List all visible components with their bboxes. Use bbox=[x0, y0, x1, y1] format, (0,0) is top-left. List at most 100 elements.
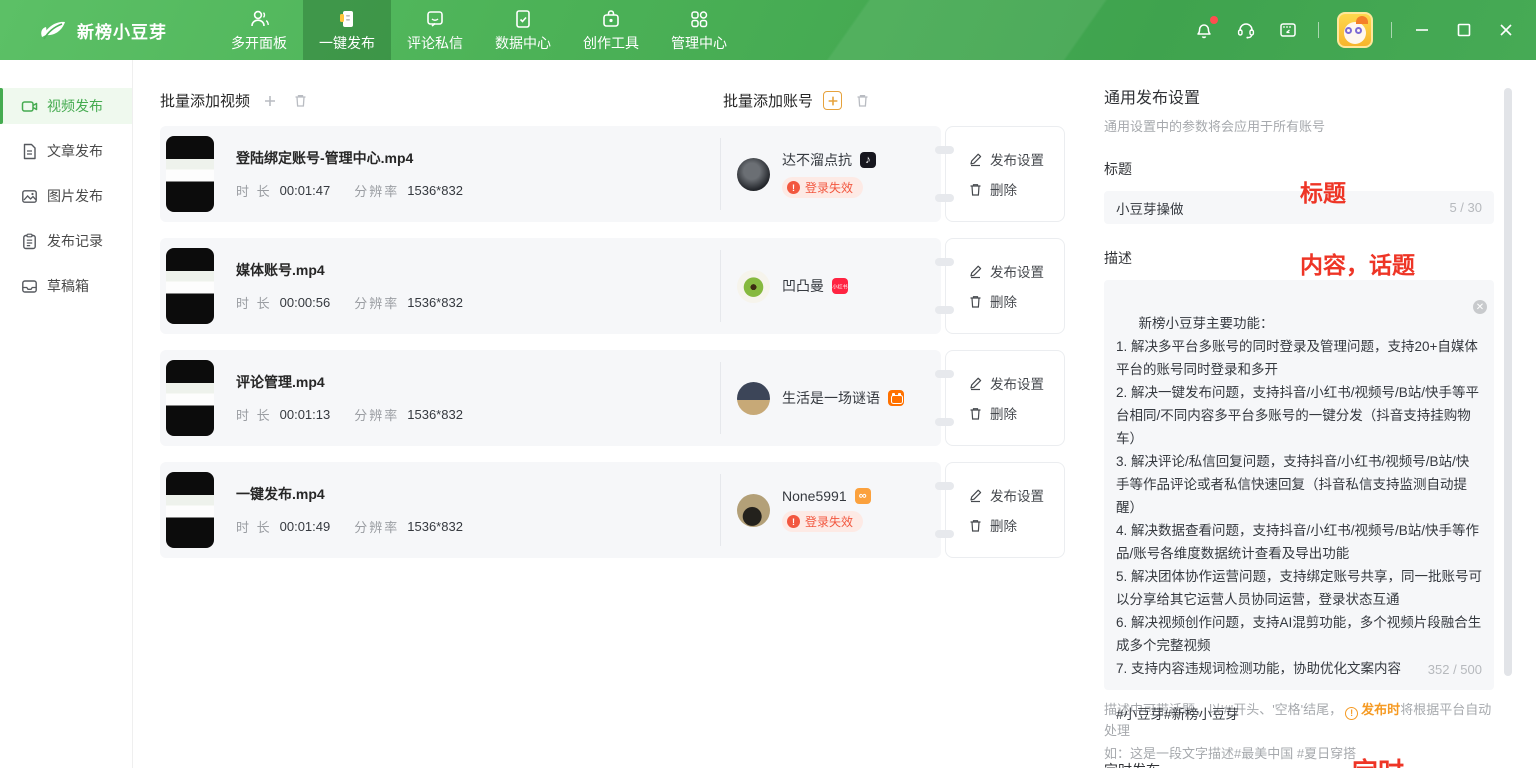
header-divider bbox=[1318, 22, 1319, 38]
row-action-card: 发布设置 删除 bbox=[945, 238, 1065, 334]
account-avatar bbox=[737, 270, 770, 303]
publish-settings-button[interactable]: 发布设置 bbox=[968, 485, 1064, 505]
account-name: 生活是一场谜语 bbox=[782, 388, 880, 408]
delete-button[interactable]: 删除 bbox=[968, 403, 1064, 423]
image-icon bbox=[21, 188, 38, 205]
desc-counter: 352 / 500 bbox=[1428, 658, 1482, 681]
top-nav: 多开面板 一键发布 评论私信 数据中心 创作工具 管理中心 bbox=[215, 0, 743, 60]
nav-multi-panel[interactable]: 多开面板 bbox=[215, 0, 303, 60]
duration-label: 时 长 bbox=[236, 293, 272, 312]
sidebar-item-label: 视频发布 bbox=[47, 96, 103, 116]
video-thumbnail[interactable] bbox=[166, 360, 214, 436]
publish-settings-label: 发布设置 bbox=[990, 261, 1044, 281]
publish-settings-label: 发布设置 bbox=[990, 373, 1044, 393]
platform-icon bbox=[855, 488, 871, 504]
app-header: 新榜小豆芽 多开面板 一键发布 评论私信 数据中心 创作工具 管理中心 bbox=[0, 0, 1536, 60]
account-name: 达不溜点抗 bbox=[782, 150, 852, 170]
clear-videos-button[interactable] bbox=[290, 91, 310, 111]
publish-settings-button[interactable]: 发布设置 bbox=[968, 373, 1064, 393]
title-value: 小豆芽操做 bbox=[1116, 198, 1449, 218]
publish-settings-button[interactable]: 发布设置 bbox=[968, 149, 1064, 169]
support-headset-icon[interactable] bbox=[1234, 18, 1258, 42]
app-logo: 新榜小豆芽 bbox=[0, 15, 215, 45]
sidebar-item-image-publish[interactable]: 图片发布 bbox=[0, 178, 132, 214]
row-card: 评论管理.mp4 时 长 00:01:13 分辨率 1536*832 生活是一场… bbox=[160, 350, 941, 446]
nav-creation-tools[interactable]: 创作工具 bbox=[567, 0, 655, 60]
sprout-logo-icon bbox=[38, 15, 68, 45]
description-textarea[interactable]: 新榜小豆芽主要功能： 1. 解决多平台多账号的同时登录及管理问题，支持20+自媒… bbox=[1104, 280, 1494, 690]
sidebar-item-drafts[interactable]: 草稿箱 bbox=[0, 268, 132, 304]
account-avatar bbox=[737, 158, 770, 191]
row-card: 登陆绑定账号-管理中心.mp4 时 长 00:01:47 分辨率 1536*83… bbox=[160, 126, 941, 222]
trash-icon bbox=[968, 406, 983, 421]
user-avatar[interactable] bbox=[1337, 12, 1373, 48]
title-input[interactable]: 小豆芽操做 5 / 30 bbox=[1104, 191, 1494, 224]
close-button[interactable] bbox=[1494, 18, 1518, 42]
publish-row: 一键发布.mp4 时 长 00:01:49 分辨率 1536*832 None5… bbox=[160, 462, 1065, 558]
sidebar-item-label: 文章发布 bbox=[47, 141, 103, 161]
sidebar-item-video-publish[interactable]: 视频发布 bbox=[0, 88, 132, 124]
error-icon: ! bbox=[787, 181, 800, 194]
sidebar-item-publish-records[interactable]: 发布记录 bbox=[0, 223, 132, 259]
publish-row: 媒体账号.mp4 时 长 00:00:56 分辨率 1536*832 凹凸曼 bbox=[160, 238, 1065, 334]
error-icon: ! bbox=[787, 515, 800, 528]
nav-label: 多开面板 bbox=[231, 33, 287, 53]
add-video-button[interactable] bbox=[260, 91, 280, 111]
row-action-card: 发布设置 删除 bbox=[945, 462, 1065, 558]
panel-scrollbar[interactable] bbox=[1504, 88, 1512, 676]
video-title: 评论管理.mp4 bbox=[236, 372, 479, 392]
video-thumbnail[interactable] bbox=[166, 136, 214, 212]
duration-value: 00:00:56 bbox=[280, 295, 331, 310]
mini-window-icon[interactable] bbox=[1276, 18, 1300, 42]
delete-button[interactable]: 删除 bbox=[968, 179, 1064, 199]
video-title: 媒体账号.mp4 bbox=[236, 260, 479, 280]
video-title: 登陆绑定账号-管理中心.mp4 bbox=[236, 148, 479, 168]
toolbox-icon bbox=[600, 8, 622, 30]
main-content: 批量添加视频 批量添加账号 登陆绑定账号-管理中心.mp4 时 bbox=[133, 60, 1080, 768]
resolution-label: 分辨率 bbox=[354, 293, 399, 312]
status-text: 登录失效 bbox=[805, 513, 853, 530]
trash-icon bbox=[293, 93, 308, 108]
video-thumbnail[interactable] bbox=[166, 472, 214, 548]
nav-comments-messages[interactable]: 评论私信 bbox=[391, 0, 479, 60]
publish-row: 登陆绑定账号-管理中心.mp4 时 长 00:01:47 分辨率 1536*83… bbox=[160, 126, 1065, 222]
app-title: 新榜小豆芽 bbox=[77, 18, 167, 43]
title-counter: 5 / 30 bbox=[1449, 200, 1482, 215]
maximize-button[interactable] bbox=[1452, 18, 1476, 42]
nav-label: 数据中心 bbox=[495, 33, 551, 53]
account-avatar bbox=[737, 494, 770, 527]
duration-label: 时 长 bbox=[236, 405, 272, 424]
notification-bell-icon[interactable] bbox=[1192, 18, 1216, 42]
hint-example: 如：这是一段文字描述#最美中国 #夏日穿搭 bbox=[1104, 743, 1494, 762]
add-account-button[interactable] bbox=[823, 91, 842, 110]
general-settings-panel: 通用发布设置 通用设置中的参数将会应用于所有账号 标题 小豆芽操做 5 / 30… bbox=[1080, 60, 1536, 768]
duration-label: 时 长 bbox=[236, 181, 272, 200]
delete-button[interactable]: 删除 bbox=[968, 515, 1064, 535]
edit-pencil-icon bbox=[968, 152, 983, 167]
trash-icon bbox=[968, 518, 983, 533]
clear-accounts-button[interactable] bbox=[852, 91, 872, 111]
publish-settings-button[interactable]: 发布设置 bbox=[968, 261, 1064, 281]
account-avatar bbox=[737, 382, 770, 415]
edit-pencil-icon bbox=[968, 376, 983, 391]
sidebar-item-label: 草稿箱 bbox=[47, 276, 89, 296]
nav-management-center[interactable]: 管理中心 bbox=[655, 0, 743, 60]
title-field-label: 标题 bbox=[1104, 159, 1494, 179]
status-badge: ! 登录失效 bbox=[782, 177, 863, 198]
delete-button[interactable]: 删除 bbox=[968, 291, 1064, 311]
nav-label: 管理中心 bbox=[671, 33, 727, 53]
people-icon bbox=[248, 8, 270, 30]
sidebar-item-article-publish[interactable]: 文章发布 bbox=[0, 133, 132, 169]
duration-value: 00:01:49 bbox=[280, 519, 331, 534]
duration-label: 时 长 bbox=[236, 517, 272, 536]
minimize-button[interactable] bbox=[1410, 18, 1434, 42]
nav-label: 创作工具 bbox=[583, 33, 639, 53]
nav-label: 一键发布 bbox=[319, 33, 375, 53]
nav-one-click-publish[interactable]: 一键发布 bbox=[303, 0, 391, 60]
duration-value: 00:01:47 bbox=[280, 183, 331, 198]
nav-data-center[interactable]: 数据中心 bbox=[479, 0, 567, 60]
clear-description-icon[interactable]: ✕ bbox=[1473, 300, 1487, 314]
video-thumbnail[interactable] bbox=[166, 248, 214, 324]
sidebar-item-label: 图片发布 bbox=[47, 186, 103, 206]
sidebar-item-label: 发布记录 bbox=[47, 231, 103, 251]
